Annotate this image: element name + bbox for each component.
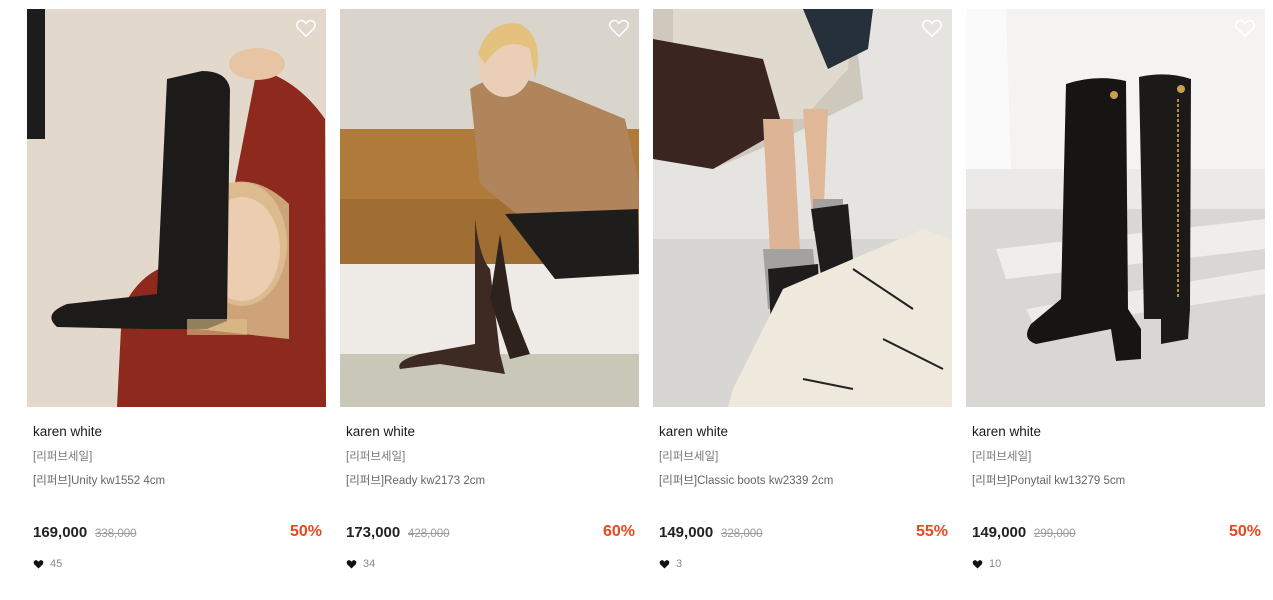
discount-rate: 50% xyxy=(289,523,322,540)
product-photo xyxy=(27,9,326,407)
product-photo xyxy=(653,9,952,407)
like-count-value: 45 xyxy=(50,558,63,570)
like-count: 3 xyxy=(659,558,682,570)
discount-rate: 55% xyxy=(915,523,948,540)
product-photo xyxy=(966,9,1265,407)
brand-name[interactable]: karen white xyxy=(972,424,1041,439)
like-count: 10 xyxy=(972,558,1001,570)
product-name[interactable]: [리퍼브]Ponytail kw13279 5cm xyxy=(972,472,1125,488)
like-count: 34 xyxy=(346,558,375,570)
product-name[interactable]: [리퍼브]Unity kw1552 4cm xyxy=(33,472,165,488)
product-image[interactable] xyxy=(653,9,952,407)
wishlist-heart-icon[interactable] xyxy=(295,18,317,38)
wishlist-heart-icon[interactable] xyxy=(1234,18,1256,38)
heart-filled-icon xyxy=(972,560,983,569)
sale-tag: [리퍼브세일] xyxy=(659,451,719,463)
product-card[interactable]: karen white [리퍼브세일] [리퍼브]Ready kw2173 2c… xyxy=(340,9,639,594)
heart-filled-icon xyxy=(659,560,670,569)
like-count-value: 10 xyxy=(989,558,1002,570)
product-card[interactable]: karen white [리퍼브세일] [리퍼브]Unity kw1552 4c… xyxy=(27,9,326,594)
wishlist-heart-icon[interactable] xyxy=(608,18,630,38)
product-name[interactable]: [리퍼브]Classic boots kw2339 2cm xyxy=(659,472,833,488)
like-count-value: 34 xyxy=(363,558,376,570)
discount-rate: 60% xyxy=(602,523,635,540)
discount-rate: 50% xyxy=(1228,523,1261,540)
brand-name[interactable]: karen white xyxy=(659,424,728,439)
product-image[interactable] xyxy=(340,9,639,407)
product-photo xyxy=(340,9,639,407)
product-image[interactable] xyxy=(966,9,1265,407)
brand-name[interactable]: karen white xyxy=(346,424,415,439)
sale-price: 149,000 xyxy=(972,524,1027,541)
sale-price: 149,000 xyxy=(659,524,714,541)
original-price: 428,000 xyxy=(408,528,450,540)
product-card[interactable]: karen white [리퍼브세일] [리퍼브]Classic boots k… xyxy=(653,9,952,594)
sale-tag: [리퍼브세일] xyxy=(972,451,1032,463)
heart-filled-icon xyxy=(346,560,357,569)
product-image[interactable] xyxy=(27,9,326,407)
original-price: 338,000 xyxy=(95,528,137,540)
product-card[interactable]: karen white [리퍼브세일] [리퍼브]Ponytail kw1327… xyxy=(966,9,1265,594)
original-price: 328,000 xyxy=(721,528,763,540)
sale-tag: [리퍼브세일] xyxy=(346,451,406,463)
sale-tag: [리퍼브세일] xyxy=(33,451,93,463)
like-count: 45 xyxy=(33,558,62,570)
product-name[interactable]: [리퍼브]Ready kw2173 2cm xyxy=(346,472,485,488)
original-price: 299,000 xyxy=(1034,528,1076,540)
like-count-value: 3 xyxy=(676,558,683,570)
sale-price: 173,000 xyxy=(346,524,401,541)
product-grid: karen white [리퍼브세일] [리퍼브]Unity kw1552 4c… xyxy=(0,0,1273,600)
sale-price: 169,000 xyxy=(33,524,88,541)
heart-filled-icon xyxy=(33,560,44,569)
brand-name[interactable]: karen white xyxy=(33,424,102,439)
wishlist-heart-icon[interactable] xyxy=(921,18,943,38)
